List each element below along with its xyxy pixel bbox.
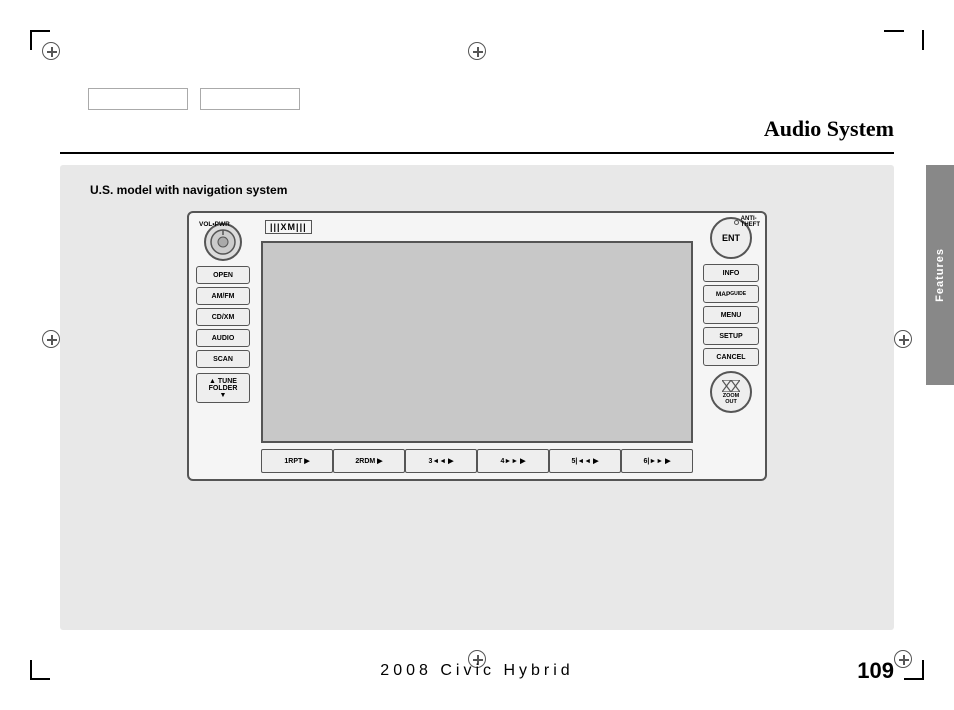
page-number: 109 — [857, 658, 894, 684]
xm-display: |||XM||| — [265, 220, 312, 234]
corner-mark-tr — [904, 20, 934, 50]
preset-3-button[interactable]: 3◄◄ ▶ — [405, 449, 477, 473]
display-screen — [261, 241, 693, 443]
circle-mark-mr — [894, 330, 912, 348]
preset-1-button[interactable]: 1RPT ▶ — [261, 449, 333, 473]
right-panel: ENT INFO MAPGUIDE MENU SETUP CANCEL ZOOM… — [697, 213, 765, 479]
cancel-button[interactable]: CANCEL — [703, 348, 759, 366]
preset-4-button[interactable]: 4►► ▶ — [477, 449, 549, 473]
vol-pwr-label: VOL•PWR — [199, 221, 230, 228]
tab-box-2 — [200, 88, 300, 110]
preset-6-button[interactable]: 6|►► ▶ — [621, 449, 693, 473]
features-label: Features — [934, 248, 946, 302]
header-line — [60, 152, 894, 154]
circle-mark-tc — [468, 42, 486, 60]
open-button[interactable]: OPEN — [196, 266, 250, 284]
main-content: U.S. model with navigation system ANTI-T… — [60, 165, 894, 630]
circle-mark-ml — [42, 330, 60, 348]
center-display: |||XM||| 1RPT ▶ 2RDM ▶ 3◄◄ ▶ 4►► ▶ 5|◄◄ … — [257, 213, 697, 479]
audio-button[interactable]: AUDIO — [196, 329, 250, 347]
display-top: |||XM||| — [257, 213, 697, 241]
features-sidebar: Features — [926, 165, 954, 385]
anti-theft-text: ANTI-THEFT — [741, 216, 760, 228]
setup-button[interactable]: SETUP — [703, 327, 759, 345]
tab-box-1 — [88, 88, 188, 110]
tab-boxes — [88, 88, 300, 110]
anti-theft-label: ANTI-THEFT — [734, 216, 760, 228]
footer: 2008 Civic Hybrid 109 — [0, 662, 954, 680]
anti-theft-dot — [734, 220, 739, 225]
info-button[interactable]: INFO — [703, 264, 759, 282]
audio-unit: ANTI-THEFT VOL•PWR OPEN AM/FM CD/XM AUDI… — [187, 211, 767, 481]
model-label: U.S. model with navigation system — [90, 183, 864, 197]
preset-5-button[interactable]: 5|◄◄ ▶ — [549, 449, 621, 473]
menu-button[interactable]: MENU — [703, 306, 759, 324]
section-title: Audio System — [764, 116, 894, 142]
preset-2-button[interactable]: 2RDM ▶ — [333, 449, 405, 473]
cd-xm-button[interactable]: CD/XM — [196, 308, 250, 326]
tune-folder-button[interactable]: ▲ TUNE FOLDER ▼ — [196, 373, 250, 403]
scan-button[interactable]: SCAN — [196, 350, 250, 368]
zoom-out-button[interactable]: ZOOM OUT — [710, 371, 752, 413]
circle-mark-tl — [42, 42, 60, 60]
vol-knob[interactable] — [204, 223, 242, 261]
am-fm-button[interactable]: AM/FM — [196, 287, 250, 305]
left-panel: VOL•PWR OPEN AM/FM CD/XM AUDIO SCAN ▲ TU… — [189, 213, 257, 479]
map-guide-button[interactable]: MAPGUIDE — [703, 285, 759, 303]
footer-title: 2008 Civic Hybrid — [380, 662, 573, 680]
display-bottom: 1RPT ▶ 2RDM ▶ 3◄◄ ▶ 4►► ▶ 5|◄◄ ▶ 6|►► ▶ — [257, 443, 697, 479]
